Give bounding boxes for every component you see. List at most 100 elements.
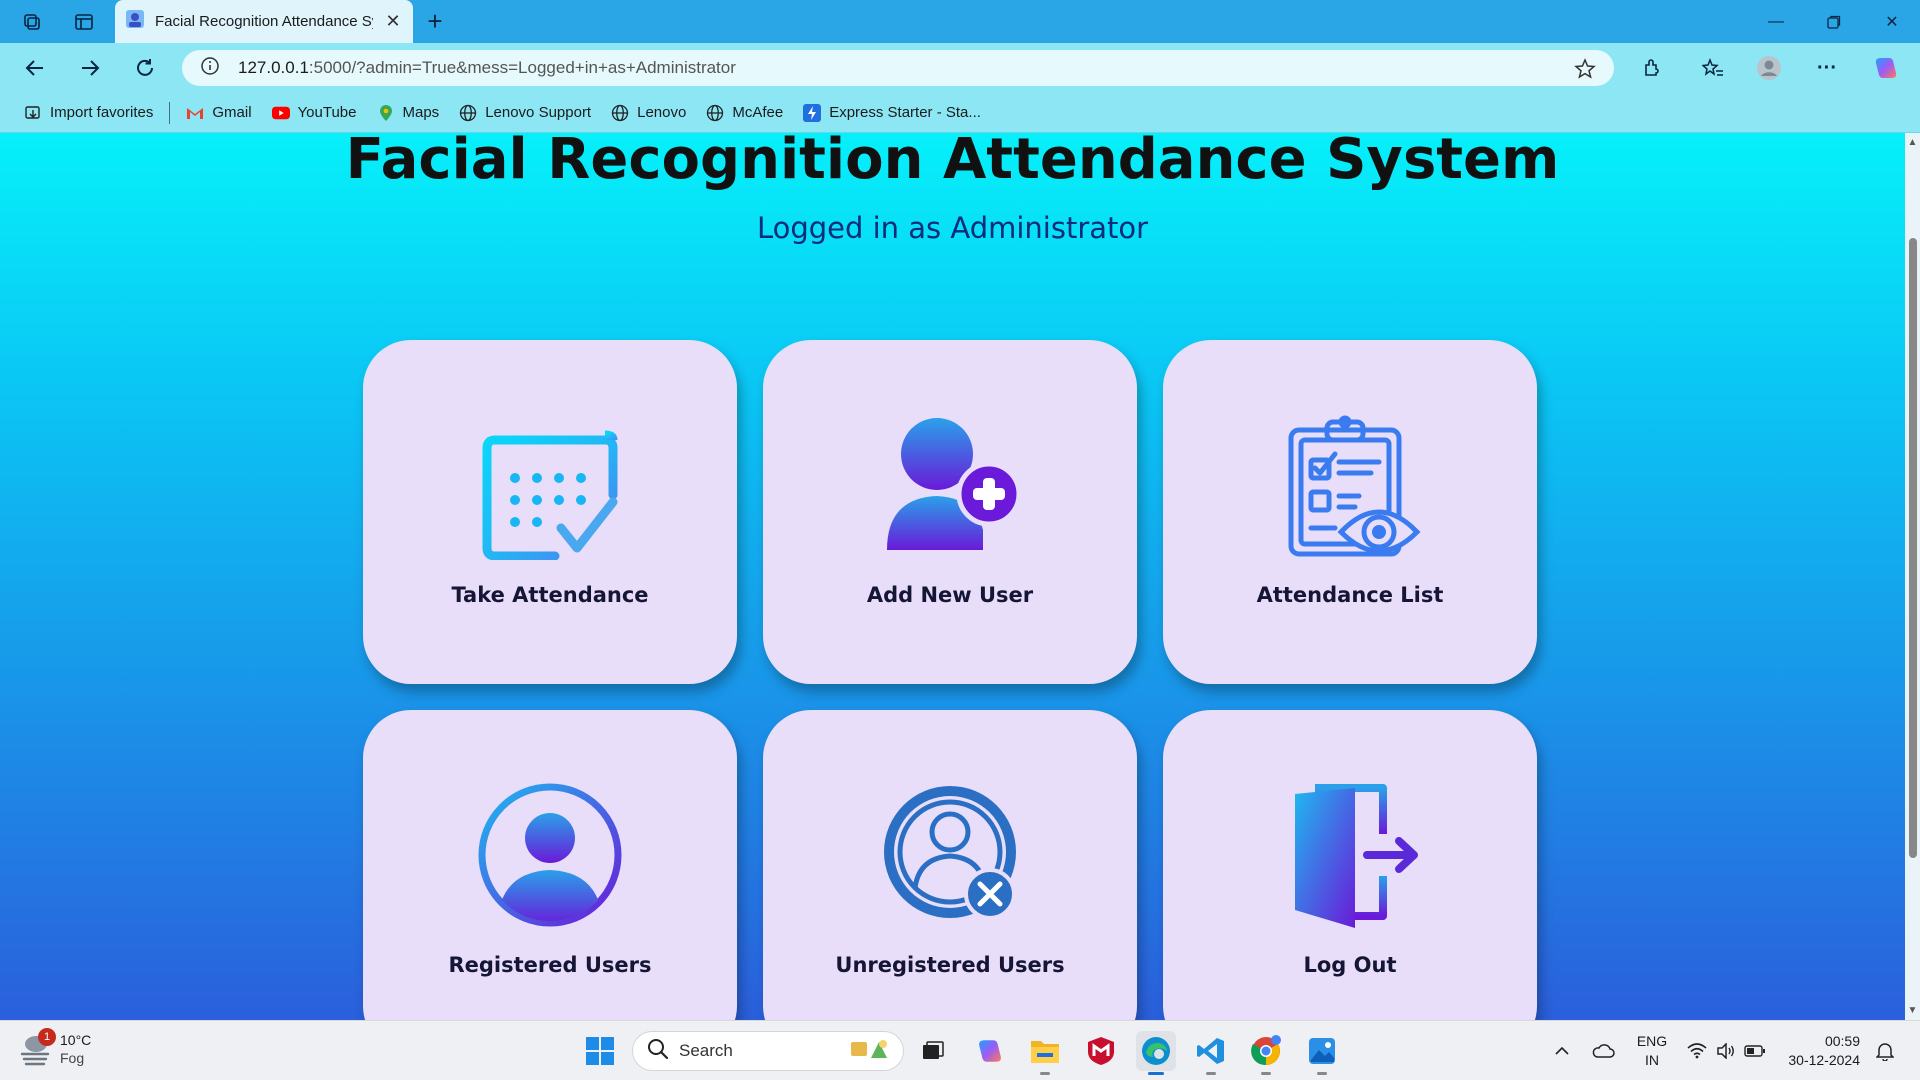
tab-title: Facial Recognition Attendance Sy (155, 13, 373, 30)
site-info-icon[interactable] (200, 56, 220, 81)
photos-icon[interactable] (1302, 1031, 1342, 1075)
gmail-icon (186, 104, 204, 122)
running-indicator (1317, 1072, 1327, 1075)
favorite-label: Import favorites (50, 104, 154, 121)
take-attendance-label: Take Attendance (451, 583, 649, 607)
unregistered-users-card[interactable]: Unregistered Users (763, 710, 1137, 1020)
profile-avatar-icon[interactable] (1745, 43, 1793, 93)
youtube-icon (271, 104, 290, 122)
weather-badge: 1 (38, 1028, 56, 1046)
clock-date: 30-12-2024 (1788, 1052, 1860, 1068)
language-indicator[interactable]: ENG IN (1632, 1032, 1672, 1070)
attendance-list-card[interactable]: Attendance List (1163, 340, 1537, 684)
user-add-icon (875, 410, 1025, 560)
file-explorer-icon[interactable] (1025, 1031, 1065, 1075)
new-tab-button[interactable]: + (420, 0, 450, 43)
task-view-icon[interactable] (913, 1031, 953, 1071)
favorite-label: Maps (402, 104, 440, 121)
running-indicator (1040, 1072, 1050, 1075)
restore-icon[interactable] (1806, 0, 1862, 43)
page-scrollbar[interactable]: ▲ ▼ (1905, 133, 1920, 1020)
registered-users-label: Registered Users (448, 953, 652, 977)
vscode-icon[interactable] (1191, 1031, 1231, 1075)
start-button[interactable] (580, 1031, 620, 1071)
url-host: 127.0.0.1 (238, 58, 309, 77)
favorite-express-starter[interactable]: Express Starter - Sta... (793, 93, 991, 133)
extensions-icon[interactable] (1628, 43, 1676, 93)
favorite-youtube[interactable]: YouTube (262, 93, 367, 133)
add-new-user-card[interactable]: Add New User (763, 340, 1137, 684)
close-window-icon[interactable]: ✕ (1864, 0, 1920, 43)
weather-widget[interactable]: 1 10°C Fog (18, 1028, 91, 1067)
bolt-icon (803, 103, 822, 122)
weather-fog-icon: 1 (18, 1028, 56, 1066)
scroll-thumb[interactable] (1909, 238, 1917, 858)
weather-temp: 10°C (60, 1032, 92, 1048)
scroll-down-icon[interactable]: ▼ (1907, 1005, 1918, 1016)
favorite-gmail[interactable]: Gmail (176, 93, 261, 133)
battery-icon[interactable] (1742, 1021, 1768, 1080)
favorites-divider (169, 101, 171, 124)
mcafee-icon[interactable] (1081, 1031, 1121, 1071)
tab-bar: Facial Recognition Attendance Sy ✕ + — ✕ (0, 0, 1920, 43)
taskbar-search[interactable]: Search (632, 1031, 904, 1071)
copilot-taskbar-icon[interactable] (970, 1031, 1010, 1071)
chrome-icon[interactable] (1246, 1031, 1286, 1075)
copilot-icon[interactable] (1862, 43, 1910, 93)
favorites-icon[interactable] (1689, 43, 1737, 93)
page-content: Facial Recognition Attendance System Log… (0, 133, 1905, 1020)
take-attendance-card[interactable]: Take Attendance (363, 340, 737, 684)
forward-icon[interactable] (66, 43, 114, 93)
show-hidden-icons[interactable] (1548, 1021, 1576, 1080)
volume-icon[interactable] (1713, 1021, 1739, 1080)
url-text: 127.0.0.1:5000/?admin=True&mess=Logged+i… (238, 58, 736, 78)
workspaces-icon[interactable] (6, 0, 58, 43)
tab-actions-icon[interactable] (58, 0, 110, 43)
favorite-label: Lenovo (637, 104, 687, 121)
refresh-icon[interactable] (121, 43, 169, 93)
search-icon (647, 1038, 669, 1065)
globe-icon (611, 104, 629, 122)
favorite-label: YouTube (297, 104, 357, 121)
search-placeholder: Search (679, 1041, 733, 1060)
region-code: IN (1645, 1052, 1659, 1068)
back-icon[interactable] (11, 43, 59, 93)
wifi-icon[interactable] (1684, 1021, 1710, 1080)
favorite-import[interactable]: Import favorites (14, 93, 163, 133)
favorite-label: Gmail (212, 104, 252, 121)
favorite-label: McAfee (732, 104, 784, 121)
weather-condition: Fog (60, 1050, 85, 1066)
page-title: Facial Recognition Attendance System (345, 133, 1560, 192)
favorite-mcafee[interactable]: McAfee (696, 93, 793, 133)
onedrive-icon[interactable] (1588, 1021, 1618, 1080)
log-out-card[interactable]: Log Out (1163, 710, 1537, 1020)
weather-text: 10°C Fog (60, 1031, 91, 1067)
language-code: ENG (1636, 1033, 1668, 1049)
import-icon (24, 104, 42, 122)
registered-users-card[interactable]: Registered Users (363, 710, 737, 1020)
favorite-label: Express Starter - Sta... (829, 104, 981, 121)
running-indicator (1148, 1072, 1164, 1075)
page-subtitle: Logged in as Administrator (756, 211, 1149, 245)
favorite-maps[interactable]: Maps (367, 93, 450, 133)
browser-tab[interactable]: Facial Recognition Attendance Sy ✕ (115, 0, 413, 43)
notification-bell-icon[interactable] (1870, 1021, 1900, 1080)
tab-close-icon[interactable]: ✕ (383, 11, 403, 32)
unregistered-users-label: Unregistered Users (835, 953, 1065, 977)
system-clock[interactable]: 00:59 30-12-2024 (1780, 1032, 1860, 1070)
minimize-icon[interactable]: — (1748, 0, 1804, 43)
running-indicator (1261, 1072, 1271, 1075)
favorite-lenovo[interactable]: Lenovo (601, 93, 696, 133)
more-options-icon[interactable]: ··· (1803, 43, 1851, 93)
globe-icon (459, 104, 477, 122)
user-circle-icon (475, 780, 625, 930)
taskbar: 1 10°C Fog Search ENG IN 00:59 30-12-202… (0, 1020, 1920, 1080)
favorite-star-icon[interactable] (1574, 58, 1596, 85)
favorite-label: Lenovo Support (485, 104, 592, 121)
scroll-up-icon[interactable]: ▲ (1907, 137, 1918, 148)
address-bar[interactable]: 127.0.0.1:5000/?admin=True&mess=Logged+i… (182, 50, 1614, 86)
clock-time: 00:59 (1824, 1033, 1860, 1049)
log-out-label: Log Out (1303, 953, 1397, 977)
edge-browser-icon[interactable] (1136, 1031, 1176, 1075)
favorite-lenovo-support[interactable]: Lenovo Support (449, 93, 601, 133)
